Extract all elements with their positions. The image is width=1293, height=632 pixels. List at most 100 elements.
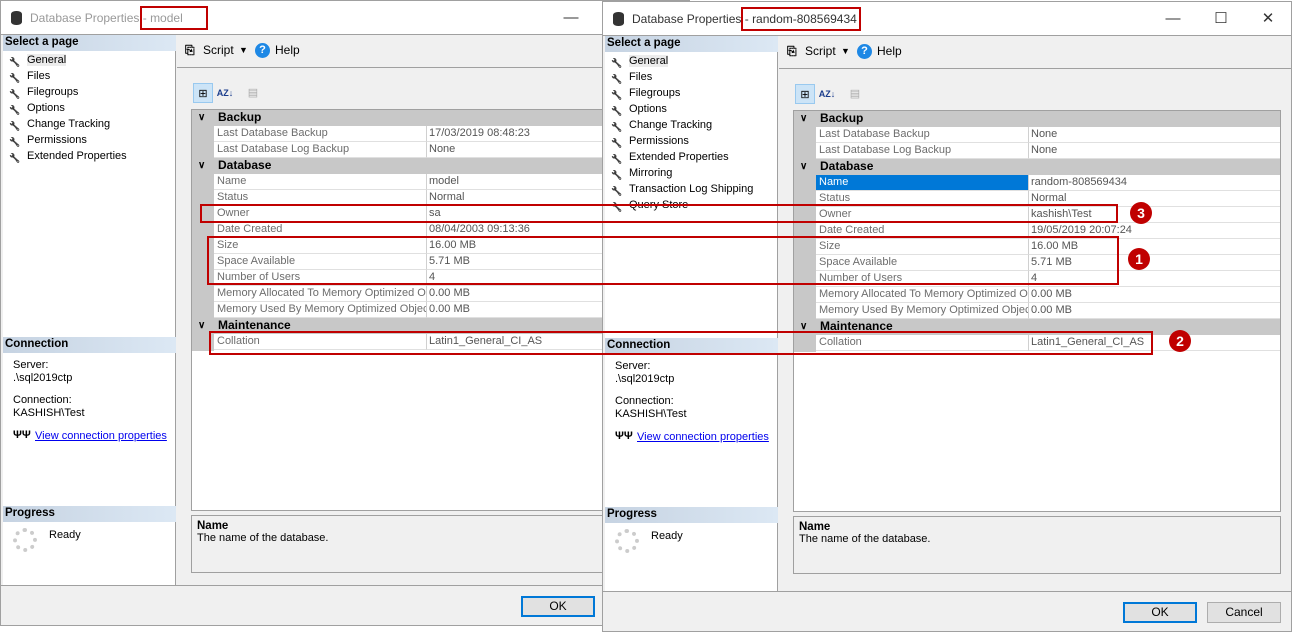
script-dropdown-icon[interactable]: ▼ [239,45,248,55]
chevron-down-icon[interactable]: ∨ [198,158,205,173]
help-button[interactable]: Help [877,44,902,58]
property-name: Collation [816,335,1029,351]
page-item-filegroups[interactable]: 🔧 Filegroups [605,85,778,101]
page-selector-panel: Select a page 🔧 General 🔧 Files 🔧 Filegroups 🔧 O… [3,35,176,585]
page-item-change-tracking[interactable]: 🔧 Change Tracking [605,117,778,133]
page-label: Permissions [27,134,87,146]
page-item-options[interactable]: 🔧 Options [605,101,778,117]
property-row-status[interactable]: Status Normal [794,191,1280,207]
chevron-down-icon[interactable]: ∨ [198,318,205,333]
category-database[interactable]: ∨ Database [794,159,1280,175]
sort-az-icon[interactable]: AZ↓ [817,84,837,104]
minimize-button[interactable]: — [1158,8,1188,30]
categorized-icon[interactable]: ⊞ [795,84,815,104]
property-row-date-created[interactable]: Date Created 19/05/2019 20:07:24 [794,223,1280,239]
property-value: 16.00 MB [1029,239,1280,255]
property-row-space-available[interactable]: Space Available 5.71 MB [794,255,1280,271]
plug-icon: ΨΨ [615,430,633,442]
property-pages-icon[interactable]: ▤ [243,83,263,103]
property-value: 0.00 MB [1029,287,1280,303]
connection-link-row: ΨΨ View connection properties [615,430,769,444]
server-label: Server: [615,360,651,372]
page-item-transaction-log-shipping[interactable]: 🔧 Transaction Log Shipping [605,181,778,197]
title-prefix: Database Properties - [632,12,753,26]
dialog-window-0: Database Properties - model — Select a pag… [0,0,690,626]
page-item-extended-properties[interactable]: 🔧 Extended Properties [605,149,778,165]
help-icon[interactable]: ? [255,43,270,58]
page-label: General [27,54,67,66]
property-name: Collation [214,334,427,350]
property-name: Last Database Log Backup [816,143,1029,159]
script-icon[interactable]: ⎘ [787,44,797,59]
property-row-last-database-backup[interactable]: Last Database Backup None [794,127,1280,143]
chevron-down-icon[interactable]: ∨ [198,110,205,125]
page-item-permissions[interactable]: 🔧 Permissions [605,133,778,149]
page-label: Change Tracking [629,119,713,131]
page-item-change-tracking[interactable]: 🔧 Change Tracking [3,116,176,132]
maximize-button[interactable]: ☐ [1206,8,1236,30]
chevron-down-icon[interactable]: ∨ [800,111,807,126]
page-item-files[interactable]: 🔧 Files [3,68,176,84]
page-item-query-store[interactable]: 🔧 Query Store [605,197,778,213]
script-button[interactable]: Script [805,44,836,58]
property-value: 19/05/2019 20:07:24 [1029,223,1280,239]
page-item-options[interactable]: 🔧 Options [3,100,176,116]
ok-button[interactable]: OK [1123,602,1197,623]
database-icon [11,11,22,25]
title-bar[interactable]: Database Properties - model — [1,1,689,35]
property-row-last-database-log-backup[interactable]: Last Database Log Backup None [794,143,1280,159]
help-icon[interactable]: ? [857,44,872,59]
property-value: None [1029,143,1280,159]
page-item-extended-properties[interactable]: 🔧 Extended Properties [3,148,176,164]
close-button[interactable]: ✕ [1253,8,1283,30]
progress-header: Progress [605,507,778,523]
page-label: Options [629,103,667,115]
page-item-general[interactable]: 🔧 General [3,52,176,68]
property-row-owner[interactable]: Owner kashish\Test [794,207,1280,223]
property-grid[interactable]: ∨ Backup Last Database Backup None Last Data… [793,110,1281,512]
view-connection-properties-link[interactable]: View connection properties [637,431,769,443]
connection-value: KASHISH\Test [615,408,687,420]
connection-info: Server: .\sql2019ctp Connection: KASHISH\Te… [13,359,167,443]
property-row-name[interactable]: Name random-808569434 [794,175,1280,191]
property-row-collation[interactable]: Collation Latin1_General_CI_AS [794,335,1280,351]
property-row-number-of-users[interactable]: Number of Users 4 [794,271,1280,287]
categorized-icon[interactable]: ⊞ [193,83,213,103]
script-button[interactable]: Script [203,43,234,57]
page-item-filegroups[interactable]: 🔧 Filegroups [3,84,176,100]
cancel-button[interactable]: Cancel [1207,602,1281,623]
view-connection-properties-link[interactable]: View connection properties [35,430,167,442]
page-item-files[interactable]: 🔧 Files [605,69,778,85]
category-backup[interactable]: ∨ Backup [794,111,1280,127]
script-dropdown-icon[interactable]: ▼ [841,46,850,56]
ok-button[interactable]: OK [521,596,595,617]
chevron-down-icon[interactable]: ∨ [800,319,807,334]
property-name: Last Database Backup [816,127,1029,143]
annotation-badge-1: 1 [1128,248,1150,270]
property-value: Normal [1029,191,1280,207]
property-row-size[interactable]: Size 16.00 MB [794,239,1280,255]
property-row-memory-allocated-to-memory-optimized-ob[interactable]: Memory Allocated To Memory Optimized Ob 0… [794,287,1280,303]
page-item-general[interactable]: 🔧 General [605,53,778,69]
property-name: Size [816,239,1029,255]
script-icon[interactable]: ⎘ [185,43,195,58]
progress-status: Ready [49,529,81,541]
page-item-mirroring[interactable]: 🔧 Mirroring [605,165,778,181]
category-maintenance[interactable]: ∨ Maintenance [794,319,1280,335]
server-label: Server: [13,359,49,371]
category-label: Maintenance [820,319,893,333]
sort-az-icon[interactable]: AZ↓ [215,83,235,103]
title-bar[interactable]: Database Properties - random-808569434 — ☐… [603,2,1291,36]
property-name: Last Database Log Backup [214,142,427,158]
minimize-button[interactable]: — [556,7,586,29]
page-label: Options [27,102,65,114]
page-item-permissions[interactable]: 🔧 Permissions [3,132,176,148]
property-pages-icon[interactable]: ▤ [845,84,865,104]
server-value: .\sql2019ctp [13,372,73,384]
chevron-down-icon[interactable]: ∨ [800,159,807,174]
property-row-memory-used-by-memory-optimized-objects[interactable]: Memory Used By Memory Optimized Objects 0… [794,303,1280,319]
help-button[interactable]: Help [275,43,300,57]
page-label: Extended Properties [629,151,729,163]
description-panel: Name The name of the database. [793,516,1281,574]
select-page-header: Select a page [605,36,778,52]
